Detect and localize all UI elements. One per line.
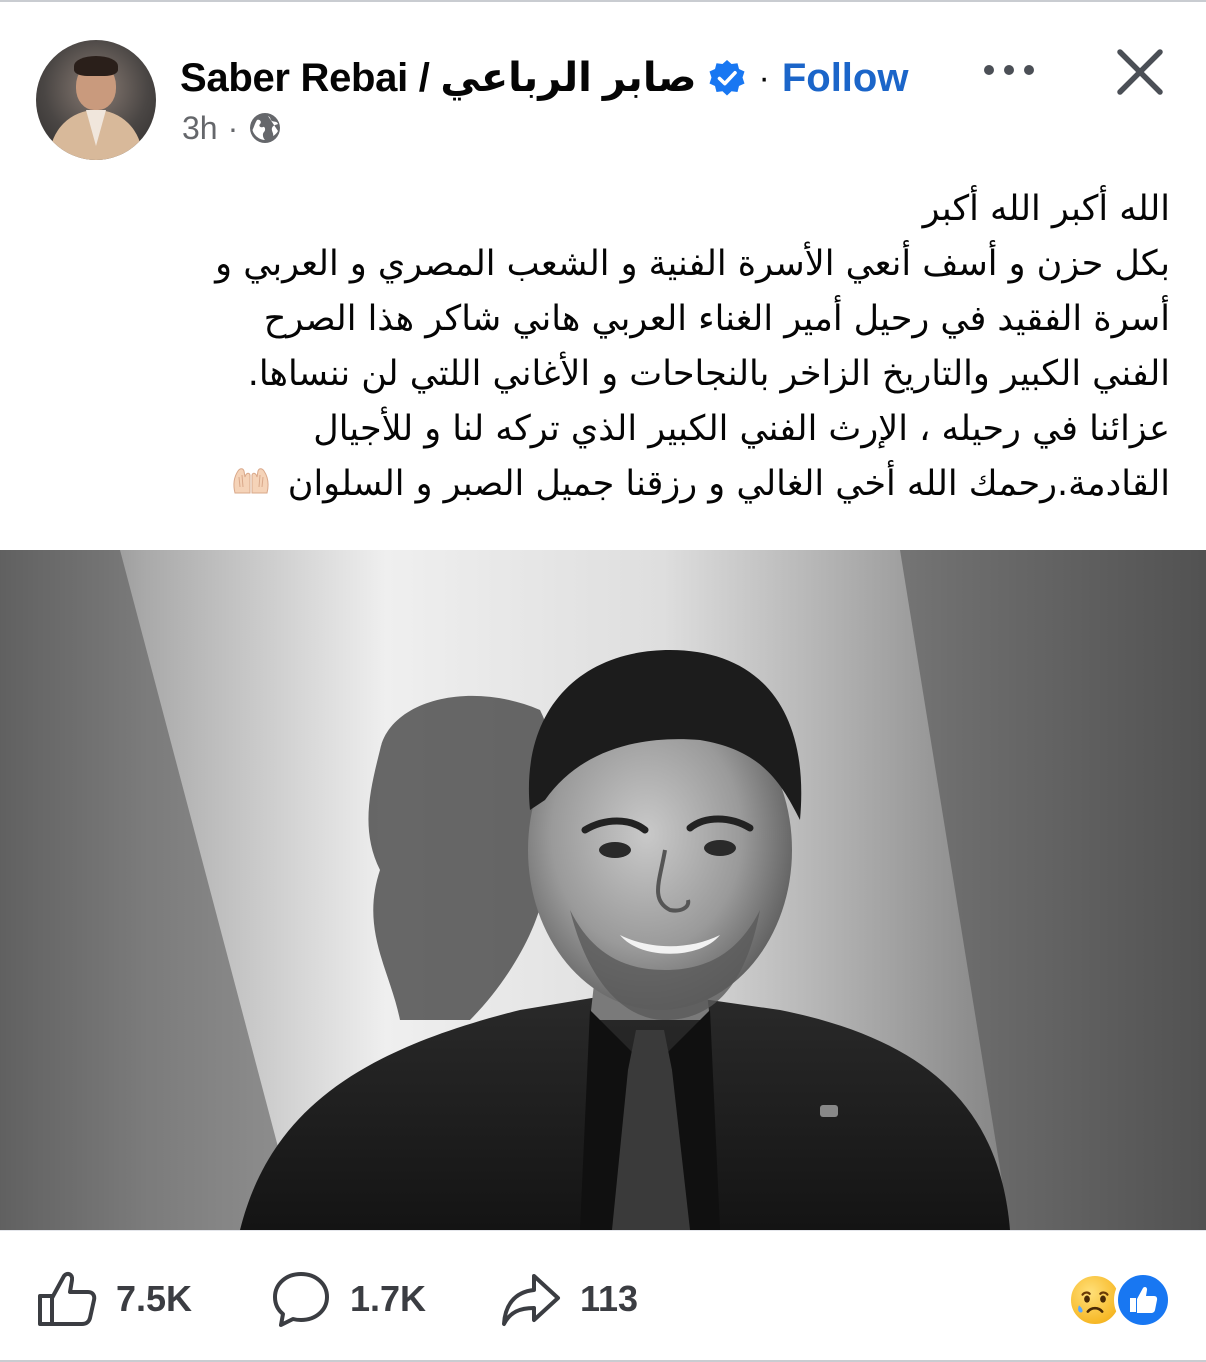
post-text-line: الله أكبر الله أكبر	[922, 189, 1170, 229]
like-button[interactable]: 7.5K	[36, 1269, 192, 1329]
post-text-line: الفني الكبير والتاريخ الزاخر بالنجاحات و…	[247, 354, 1170, 394]
post-time[interactable]: 3h	[182, 110, 218, 147]
more-options-icon[interactable]	[984, 60, 1034, 80]
post-text-line: عزائنا في رحيله ، الإرث الفني الكبير الذ…	[313, 409, 1170, 449]
reaction-summary[interactable]	[1068, 1271, 1172, 1329]
like-count: 7.5K	[116, 1278, 193, 1319]
like-icon	[38, 1271, 97, 1326]
post-text-line: بكل حزن و أسف أنعي الأسرة الفنية و الشعب…	[215, 244, 1170, 284]
avatar-hair	[74, 56, 118, 76]
post-text: الله أكبر الله أكبر بكل حزن و أسف أنعي ا…	[40, 182, 1170, 512]
comment-icon	[273, 1272, 329, 1327]
share-button[interactable]: 113	[500, 1269, 638, 1329]
follow-button[interactable]: Follow	[782, 56, 909, 101]
author-avatar[interactable]	[36, 40, 156, 160]
close-icon[interactable]	[1114, 46, 1166, 98]
meta-separator: ·	[227, 109, 239, 146]
comment-button[interactable]: 1.7K	[270, 1269, 426, 1329]
praying-hands-icon	[231, 461, 271, 497]
like-reaction-icon	[1114, 1271, 1172, 1329]
author-name[interactable]: Saber Rebai / صابر الرباعي	[180, 55, 697, 101]
share-icon	[502, 1274, 560, 1326]
post-photo[interactable]	[0, 550, 1206, 1230]
post-text-line: أسرة الفقيد في رحيل أمير الغناء العربي ه…	[263, 299, 1170, 339]
comment-count: 1.7K	[350, 1278, 427, 1319]
photo-illustration	[0, 550, 1206, 1230]
post-card: Saber Rebai / صابر الرباعي · Follow 3h ·	[0, 0, 1206, 1362]
action-bar: 7.5K 1.7K 113	[0, 1230, 1206, 1362]
post-meta: 3h ·	[182, 108, 282, 148]
author-line: Saber Rebai / صابر الرباعي · Follow	[180, 52, 908, 104]
share-count: 113	[580, 1278, 639, 1319]
globe-icon	[248, 111, 282, 145]
separator-dot: ·	[758, 58, 770, 97]
verified-badge-icon	[707, 58, 747, 98]
post-text-last-line: القادمة.رحمك الله أخي الغالي و رزقنا جمي…	[40, 457, 1170, 512]
post-text-line: القادمة.رحمك الله أخي الغالي و رزقنا جمي…	[287, 464, 1170, 504]
